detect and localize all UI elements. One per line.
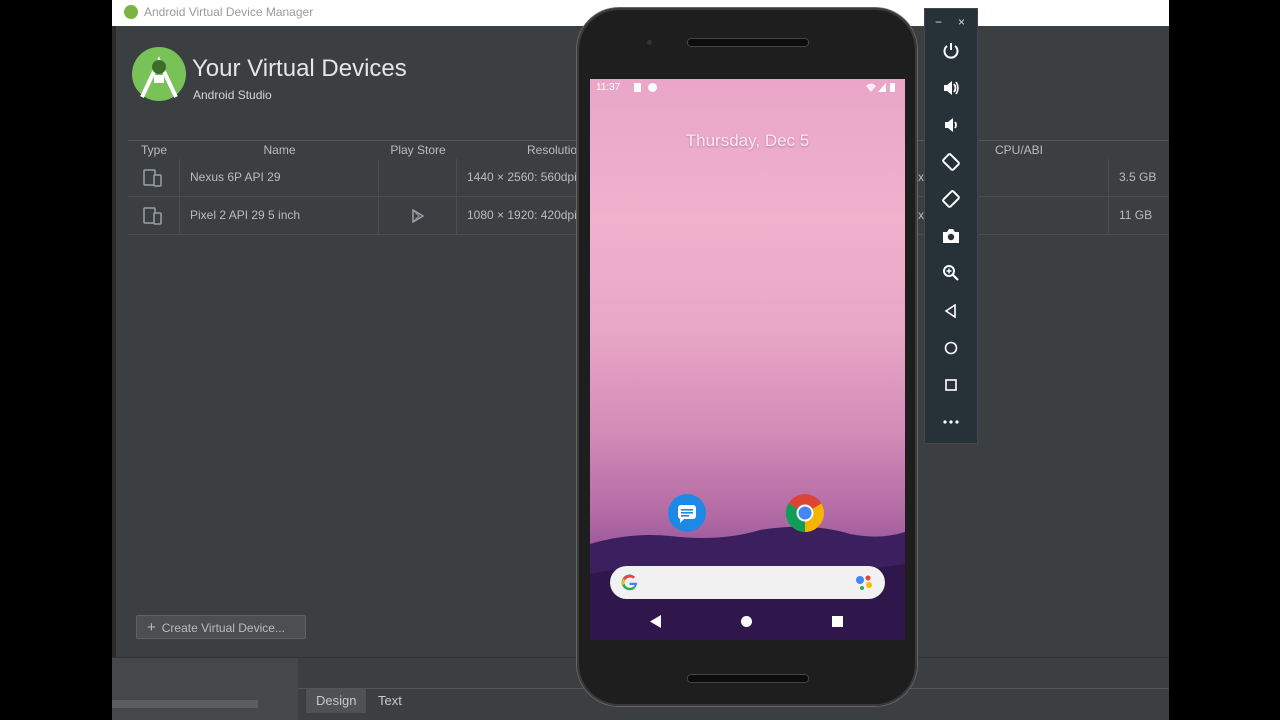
size-cell: 11 GB (1108, 197, 1169, 234)
lockscreen-date: Thursday, Dec 5 (685, 131, 810, 150)
google-g-icon (621, 574, 638, 591)
camera-screenshot-icon[interactable] (939, 224, 963, 248)
create-button-label: Create Virtual Device... (161, 621, 285, 635)
play-store-cell (379, 197, 457, 234)
horizontal-scrollbar[interactable] (112, 700, 258, 708)
home-icon[interactable] (939, 336, 963, 360)
nav-back-icon[interactable] (650, 615, 662, 628)
page-title: Your Virtual Devices (192, 55, 407, 82)
emulator-toolbar: − × (924, 8, 978, 444)
tab-text[interactable]: Text (368, 689, 412, 713)
phone-screen[interactable]: 11:37 Thursday, Dec 5 (590, 79, 905, 640)
plus-icon: + (147, 619, 156, 636)
name-cell: Nexus 6P API 29 (180, 159, 379, 196)
signal-icon (878, 83, 886, 92)
wifi-icon (866, 83, 876, 92)
status-time: 11:37 (596, 82, 621, 93)
sd-card-icon (634, 83, 641, 92)
col-header-size[interactable] (1108, 141, 1169, 159)
android-studio-logo-icon (132, 47, 186, 101)
tab-design[interactable]: Design (306, 689, 367, 713)
assistant-icon[interactable] (854, 574, 874, 591)
battery-icon (890, 83, 895, 92)
power-icon[interactable] (939, 39, 963, 63)
type-cell (128, 197, 180, 234)
background (1169, 0, 1280, 720)
sync-icon (648, 83, 657, 92)
left-edge (112, 26, 116, 720)
rotate-right-icon[interactable] (939, 187, 963, 211)
android-studio-logo-icon (124, 5, 138, 19)
volume-up-icon[interactable] (939, 76, 963, 100)
col-header-play-store[interactable]: Play Store (379, 141, 458, 159)
create-virtual-device-button[interactable]: + Create Virtual Device... (136, 615, 306, 639)
messages-app-icon[interactable] (668, 494, 706, 532)
minimize-button[interactable]: − (935, 15, 942, 29)
zoom-icon[interactable] (939, 261, 963, 285)
window-title: Android Virtual Device Manager (144, 5, 314, 19)
overview-icon[interactable] (939, 373, 963, 397)
more-options-icon[interactable] (939, 410, 963, 434)
type-cell (128, 159, 180, 196)
page-subtitle: Android Studio (193, 88, 272, 102)
size-cell: 3.5 GB (1108, 159, 1169, 196)
close-button[interactable]: × (958, 15, 965, 29)
rotate-left-icon[interactable] (939, 150, 963, 174)
back-icon[interactable] (939, 299, 963, 323)
emulator-phone: 11:37 Thursday, Dec 5 (577, 8, 917, 706)
speaker-top (687, 38, 809, 47)
status-bar: 11:37 (590, 79, 905, 97)
play-store-cell (379, 159, 457, 196)
speaker-bottom (687, 674, 809, 683)
device-icon (143, 169, 162, 187)
camera-icon (647, 40, 652, 45)
device-icon (143, 207, 162, 225)
name-cell: Pixel 2 API 29 5 inch (180, 197, 379, 234)
nav-recents-icon[interactable] (832, 616, 843, 627)
chrome-app-icon[interactable] (785, 494, 825, 533)
bottom-left-panel (112, 658, 298, 720)
nav-home-icon[interactable] (741, 616, 752, 627)
volume-down-icon[interactable] (939, 113, 963, 137)
col-header-type[interactable]: Type (128, 141, 181, 159)
play-store-icon (412, 209, 425, 223)
col-header-name[interactable]: Name (180, 141, 380, 159)
google-search-bar[interactable] (610, 566, 885, 599)
